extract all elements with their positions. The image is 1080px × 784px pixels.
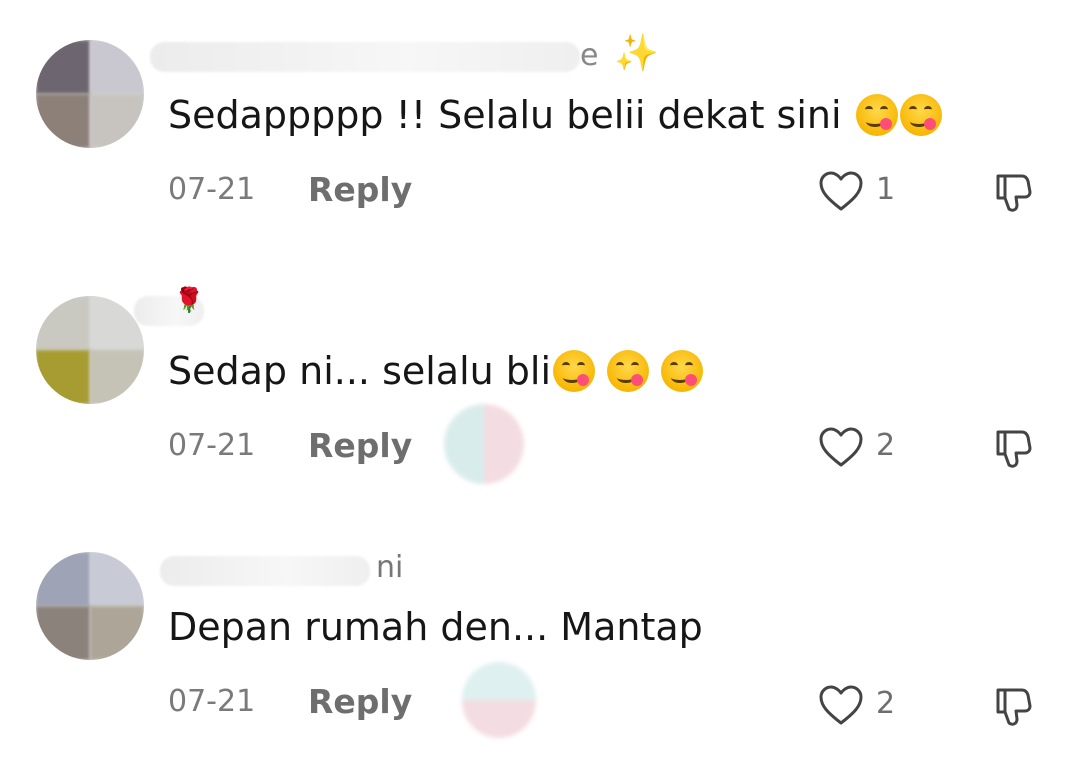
- username-fragment: e: [580, 38, 599, 73]
- redacted-reaction: [462, 662, 536, 738]
- username-redacted[interactable]: [160, 556, 370, 586]
- sparkles-emoji: ✨: [614, 33, 659, 74]
- reply-button[interactable]: Reply: [308, 426, 412, 465]
- username-redacted[interactable]: [150, 42, 580, 72]
- like-count: 2: [876, 428, 896, 463]
- like-count: 1: [876, 172, 896, 207]
- comment-text: Sedap ni... selalu bli: [168, 348, 704, 394]
- rose-emoji: 🌹: [174, 286, 204, 314]
- heart-icon[interactable]: [818, 684, 864, 726]
- thumbs-down-icon[interactable]: [992, 428, 1034, 470]
- comment-item: e ✨ Sedappppp !! Selalu belii dekat sini…: [0, 0, 1080, 240]
- comment-date: 07-21: [168, 684, 256, 719]
- comment-date: 07-21: [168, 428, 256, 463]
- face-savoring-food-emoji: [855, 94, 898, 136]
- comment-text: Depan rumah den... Mantap: [168, 604, 703, 650]
- reply-button[interactable]: Reply: [308, 170, 412, 209]
- avatar[interactable]: [36, 40, 144, 148]
- comment-text-content: Sedappppp !! Selalu belii dekat sini: [168, 93, 842, 137]
- comment-text-content: Depan rumah den... Mantap: [168, 605, 703, 649]
- comment-item: ni Depan rumah den... Mantap 07-21 Reply…: [0, 512, 1080, 752]
- thumbs-down-icon[interactable]: [992, 686, 1034, 728]
- redacted-reaction: [444, 404, 524, 484]
- comment-text: Sedappppp !! Selalu belii dekat sini: [168, 92, 942, 138]
- heart-icon[interactable]: [818, 170, 864, 212]
- thumbs-down-icon[interactable]: [992, 172, 1034, 214]
- heart-icon[interactable]: [818, 426, 864, 468]
- avatar[interactable]: [36, 552, 144, 660]
- face-savoring-food-emoji: [553, 350, 596, 392]
- like-count: 2: [876, 686, 896, 721]
- face-savoring-food-emoji: [899, 94, 942, 136]
- reply-button[interactable]: Reply: [308, 682, 412, 721]
- comment-text-content: Sedap ni... selalu bli: [168, 349, 552, 393]
- face-savoring-food-emoji: [661, 350, 704, 392]
- comment-date: 07-21: [168, 172, 256, 207]
- comment-item: 🌹 Sedap ni... selalu bli 07-21 Reply 2: [0, 256, 1080, 496]
- username-fragment: ni: [376, 550, 404, 585]
- face-savoring-food-emoji: [607, 350, 650, 392]
- avatar[interactable]: [36, 296, 144, 404]
